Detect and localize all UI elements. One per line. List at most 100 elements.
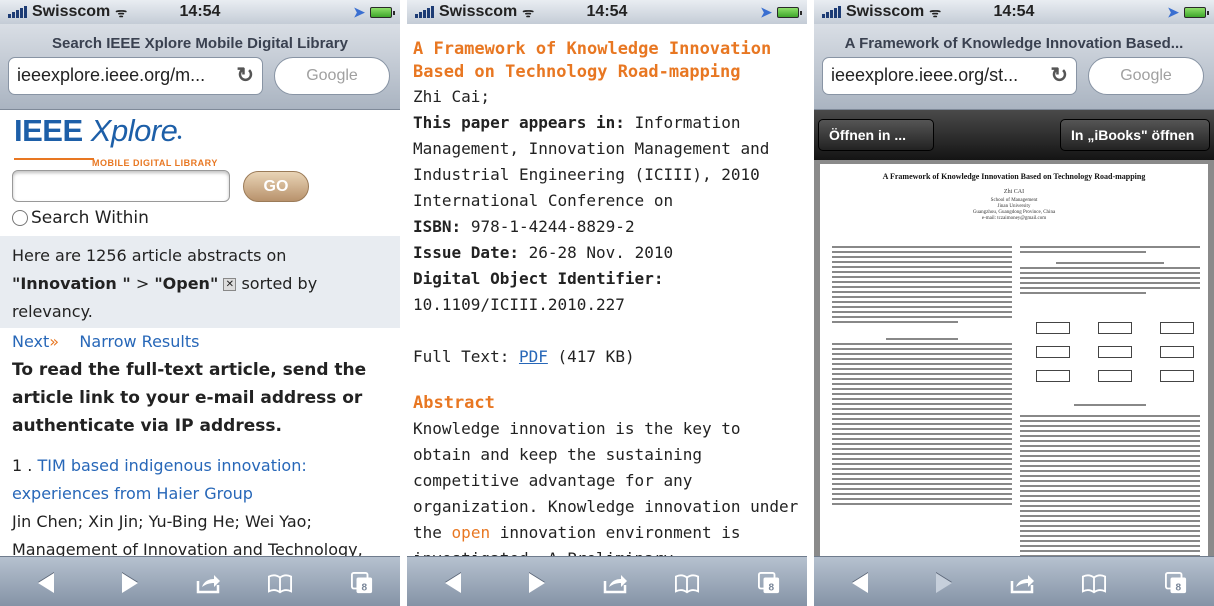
appears-label: This paper appears in: — [413, 113, 625, 132]
logo-rule — [14, 158, 94, 160]
clock: 14:54 — [179, 3, 221, 20]
svg-text:8: 8 — [768, 582, 774, 593]
list-item: 1 . TIM based indigenous innovation: exp… — [12, 452, 400, 556]
search-input[interactable] — [12, 170, 230, 202]
remove-term-icon[interactable]: ✕ — [223, 278, 237, 291]
open-in-button[interactable]: Öffnen in ... — [818, 119, 934, 151]
page-title: A Framework of Knowledge Innovation Base… — [844, 35, 1184, 52]
pdf-left-column — [832, 246, 1012, 508]
search-field[interactable]: Google — [274, 57, 390, 95]
search-within-option[interactable]: Search Within — [12, 208, 149, 228]
pdf-right-column — [1020, 246, 1200, 297]
highlighted-term: open — [451, 523, 491, 542]
svg-text:8: 8 — [1175, 582, 1181, 593]
summary-prefix: Here are 1256 article abstracts on — [12, 246, 287, 265]
article-title: A Framework of Knowledge Innovation Base… — [413, 39, 772, 82]
pdf-viewer[interactable]: A Framework of Knowledge Innovation Base… — [814, 160, 1214, 556]
next-arrow-icon: » — [49, 332, 60, 351]
issue-row: Issue Date: 26-28 Nov. 2010 — [413, 240, 807, 266]
appears-in: This paper appears in: Information Manag… — [413, 110, 807, 214]
tabs-icon[interactable]: 8 — [350, 572, 374, 594]
page-content: IEEE Xplore• MOBILE DIGITAL LIBRARY GO S… — [0, 110, 400, 556]
pdf-affiliation: School of Management Jinan University Gu… — [972, 198, 1056, 221]
bookmarks-icon[interactable] — [268, 572, 292, 594]
location-icon: ➤ — [760, 4, 772, 20]
back-icon[interactable] — [445, 573, 461, 593]
open-in-ibooks-button[interactable]: In „iBooks" öffnen — [1060, 119, 1210, 151]
logo-xplore: Xplore — [90, 113, 178, 148]
result-authors: Jin Chen; Xin Jin; Yu-Bing He; Wei Yao; — [12, 512, 312, 531]
go-button[interactable]: GO — [243, 171, 309, 202]
issue-label: Issue Date: — [413, 243, 519, 262]
pdf-figure — [1032, 312, 1202, 392]
status-bar: Swisscom ᯤ 14:54 ➤ — [0, 0, 400, 24]
url-text: ieeexplore.ieee.org/st... — [831, 65, 1019, 85]
location-icon: ➤ — [1167, 4, 1179, 20]
search-field[interactable]: Google — [1088, 57, 1204, 95]
article-author: Zhi Cai; — [413, 87, 491, 106]
ieee-xplore-logo[interactable]: IEEE Xplore• MOBILE DIGITAL LIBRARY — [14, 114, 254, 176]
abstract-heading: Abstract — [413, 393, 495, 413]
pdf-action-bar: Öffnen in ... In „iBooks" öffnen — [814, 110, 1214, 160]
results-nav: Next» Narrow Results — [12, 332, 199, 351]
forward-icon[interactable] — [122, 573, 138, 593]
address-field[interactable]: ieeexplore.ieee.org/st... ↻ — [822, 57, 1077, 95]
tabs-icon[interactable]: 8 — [1164, 572, 1188, 594]
results-summary: Here are 1256 article abstracts on "Inno… — [0, 236, 400, 328]
screen-article-detail: Swisscom ᯤ 14:54 ➤ A Framework of Knowled… — [407, 0, 807, 606]
bookmarks-icon[interactable] — [1082, 572, 1106, 594]
forward-icon — [936, 573, 952, 593]
pdf-page[interactable]: A Framework of Knowledge Innovation Base… — [820, 164, 1208, 556]
back-icon[interactable] — [852, 573, 868, 593]
back-icon[interactable] — [38, 573, 54, 593]
status-bar: Swisscom ᯤ 14:54 ➤ — [814, 0, 1214, 24]
screen-pdf-viewer: Swisscom ᯤ 14:54 ➤ A Framework of Knowled… — [814, 0, 1214, 606]
svg-text:8: 8 — [361, 582, 367, 593]
result-source: Management of Innovation and Technology, — [12, 540, 363, 556]
battery-icon — [370, 7, 395, 18]
result-title-link[interactable]: TIM based indigenous innovation: experie… — [12, 456, 307, 503]
battery-icon — [1184, 7, 1209, 18]
share-icon[interactable] — [196, 572, 220, 594]
search-term-1: "Innovation " — [12, 274, 131, 293]
screen-search-results: Swisscom ᯤ 14:54 ➤ Search IEEE Xplore Mob… — [0, 0, 400, 606]
logo-subtitle: MOBILE DIGITAL LIBRARY — [92, 158, 218, 168]
article-content: A Framework of Knowledge Innovation Base… — [407, 24, 807, 556]
tabs-icon[interactable]: 8 — [757, 572, 781, 594]
next-link[interactable]: Next — [12, 332, 49, 351]
pdf-link[interactable]: PDF — [519, 347, 548, 366]
browser-toolbar: 8 — [407, 556, 807, 606]
pdf-author: Zhi CAI — [1003, 189, 1025, 195]
isbn-row: ISBN: 978-1-4244-8829-2 — [413, 214, 807, 240]
doi-label: Digital Object Identifier: — [413, 269, 664, 288]
isbn-value: 978-1-4244-8829-2 — [470, 217, 635, 236]
search-within-label: Search Within — [31, 208, 149, 228]
term-separator: > — [135, 274, 150, 293]
url-text: ieeexplore.ieee.org/m... — [17, 65, 206, 85]
radio-icon[interactable] — [12, 210, 28, 226]
pdf-right-column-lower — [1020, 404, 1200, 556]
abstract-text: Knowledge innovation is the key to obtai… — [413, 419, 799, 556]
fulltext-label: Full Text: — [413, 347, 510, 366]
issue-value: 26-28 Nov. 2010 — [528, 243, 674, 262]
address-field[interactable]: ieeexplore.ieee.org/m... ↻ — [8, 57, 263, 95]
browser-navbar: Search IEEE Xplore Mobile Digital Librar… — [0, 24, 400, 110]
page-title: Search IEEE Xplore Mobile Digital Librar… — [52, 35, 348, 52]
narrow-results-link[interactable]: Narrow Results — [79, 332, 199, 351]
status-bar: Swisscom ᯤ 14:54 ➤ — [407, 0, 807, 24]
browser-navbar: A Framework of Knowledge Innovation Base… — [814, 24, 1214, 110]
isbn-label: ISBN: — [413, 217, 462, 236]
share-icon[interactable] — [1010, 572, 1034, 594]
share-icon[interactable] — [603, 572, 627, 594]
bookmarks-icon[interactable] — [675, 572, 699, 594]
clock: 14:54 — [993, 3, 1035, 20]
browser-toolbar: 8 — [0, 556, 400, 606]
forward-icon[interactable] — [529, 573, 545, 593]
reload-icon[interactable]: ↻ — [1050, 63, 1068, 88]
pdf-title: A Framework of Knowledge Innovation Base… — [882, 172, 1146, 181]
location-icon: ➤ — [353, 4, 365, 20]
reload-icon[interactable]: ↻ — [236, 63, 254, 88]
logo-ieee: IEEE — [14, 113, 83, 148]
battery-icon — [777, 7, 802, 18]
browser-toolbar: 8 — [814, 556, 1214, 606]
